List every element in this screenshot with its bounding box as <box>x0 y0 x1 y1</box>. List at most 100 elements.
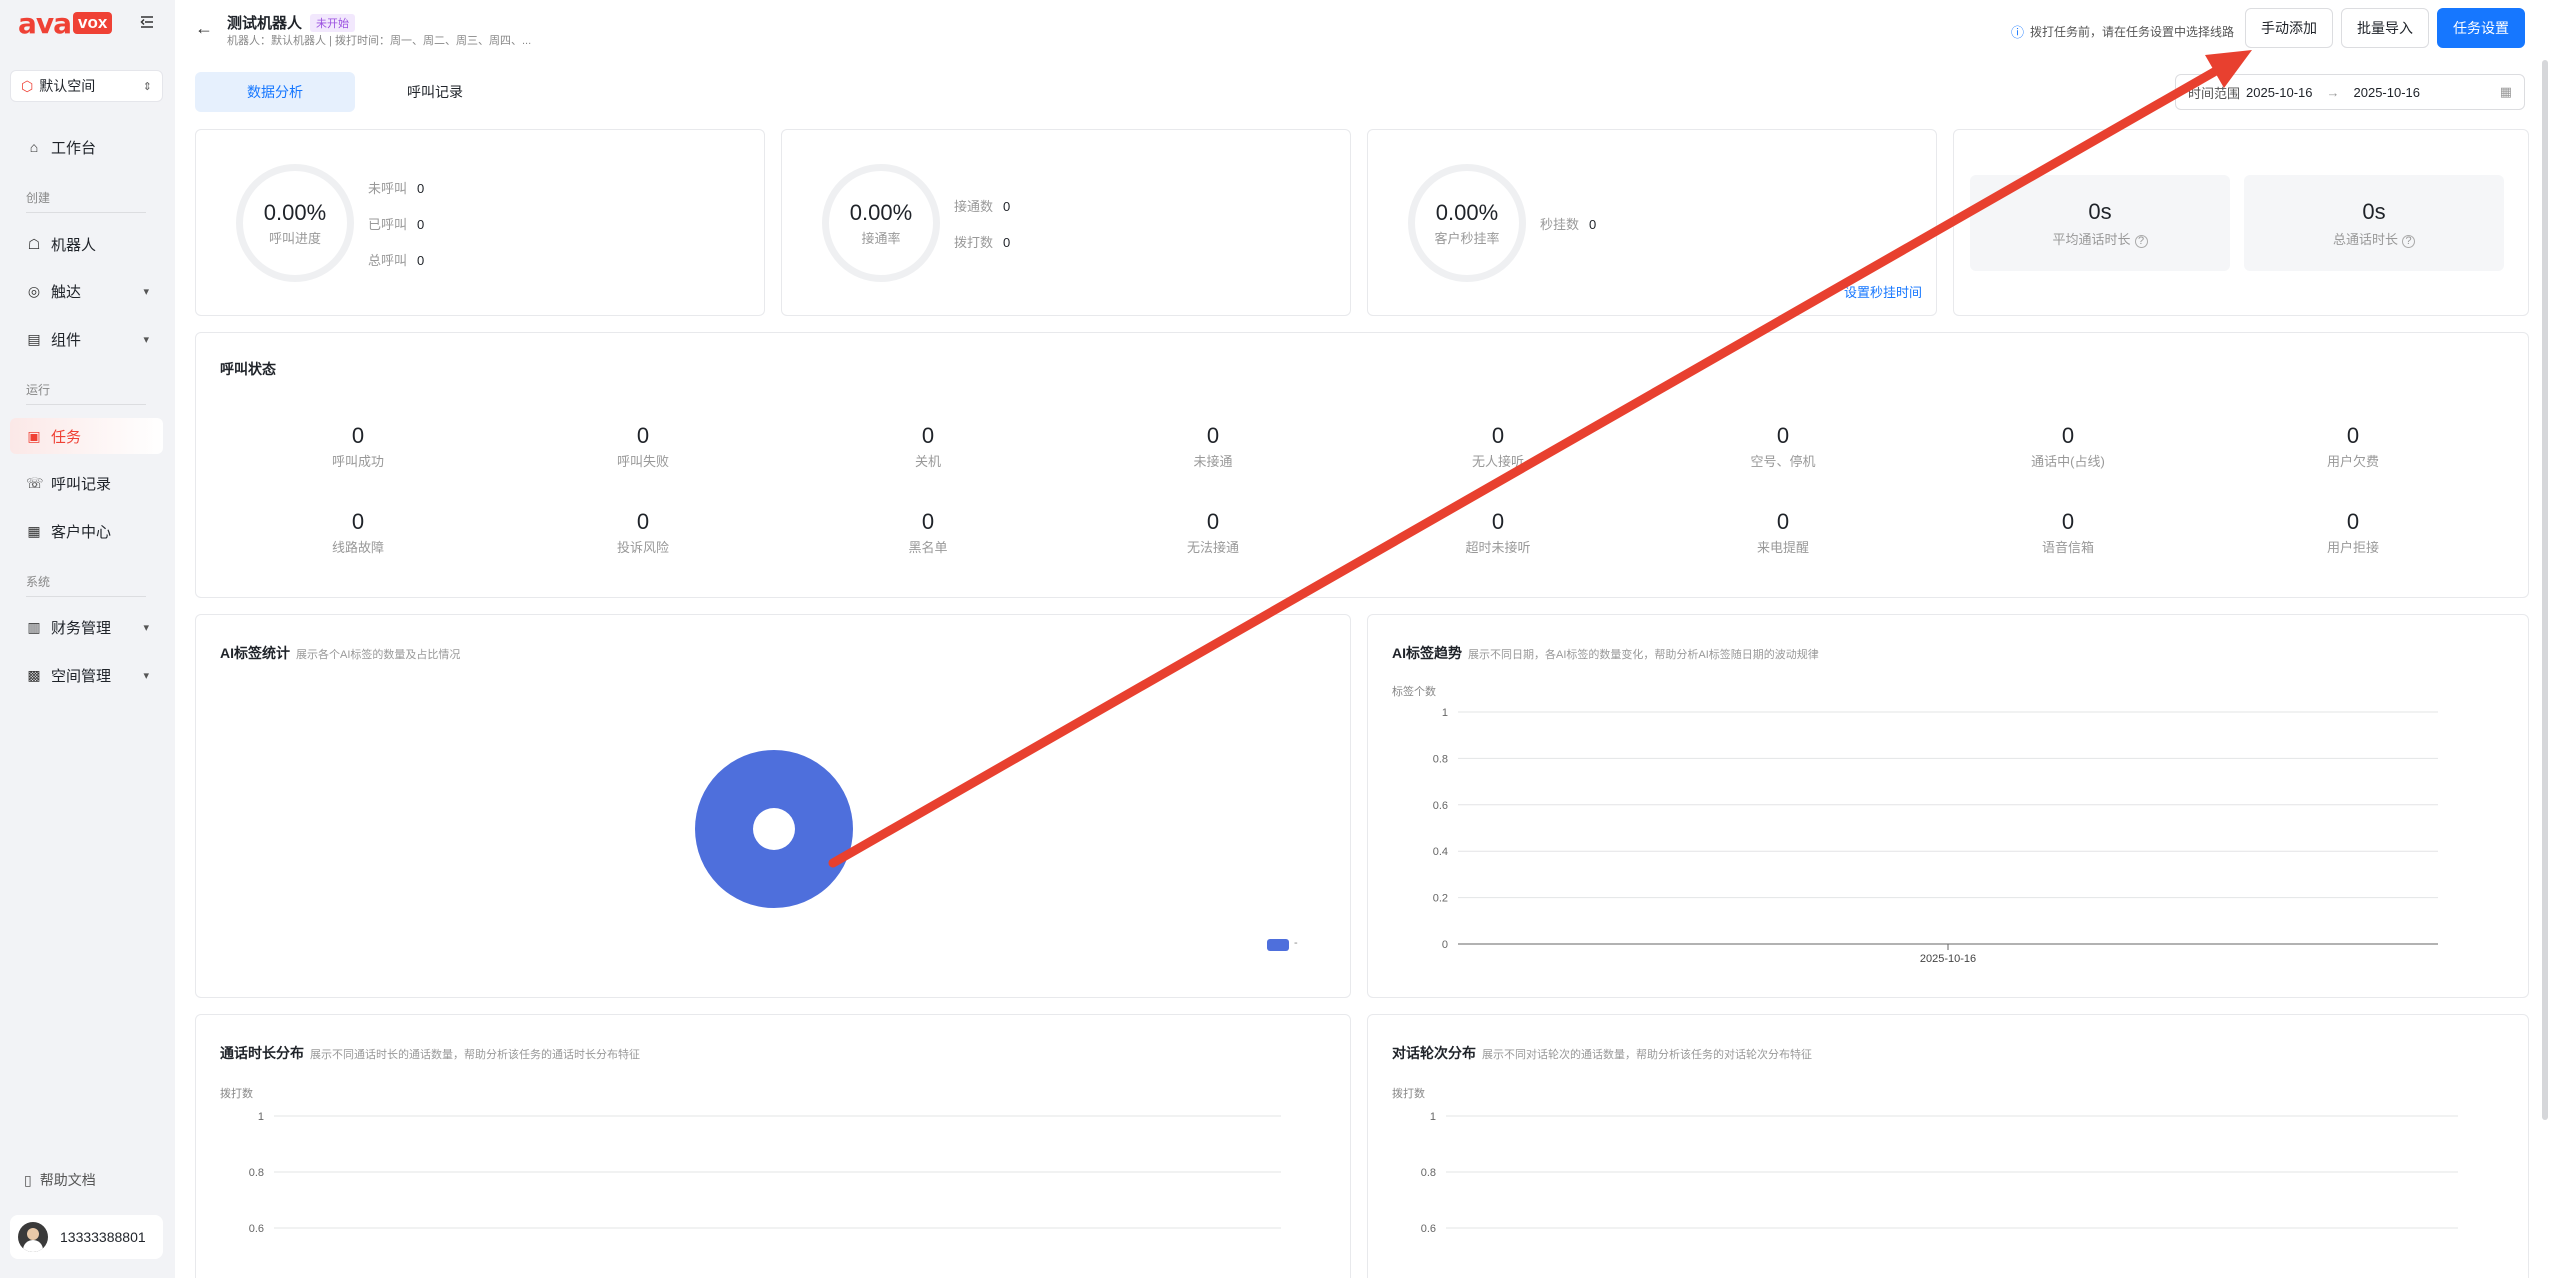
sidebar-item-workbench[interactable]: ⌂ 工作台 <box>10 129 163 165</box>
legend-swatch[interactable] <box>1267 939 1289 951</box>
sidebar-item-customer-center[interactable]: ▦ 客户中心 <box>10 513 163 549</box>
scrollbar[interactable] <box>2542 60 2548 1120</box>
ai-tag-trend-chart: 1 0.8 0.6 0.4 0.2 0 2025-10-16 <box>1433 707 2438 965</box>
duration-card: 0s 平均通话时长? 0s 总通话时长? <box>1953 129 2529 316</box>
stat-label: 空号、停机 <box>1750 454 1816 469</box>
stat-value: 0 <box>636 509 650 534</box>
y-tick-label: 1 <box>258 1111 264 1123</box>
date-end[interactable]: 2025-10-16 <box>2354 85 2421 100</box>
stat-value: 0 <box>1491 509 1505 534</box>
call-status-title: 呼叫状态 <box>220 361 276 377</box>
help-label: 帮助文档 <box>39 1172 96 1188</box>
connect-value: 0.00% <box>849 199 913 225</box>
batch-import-button[interactable]: 批量导入 <box>2341 8 2429 48</box>
cube-icon: ⬡ <box>21 77 34 94</box>
task-title: 测试机器人 未开始 <box>227 12 356 33</box>
avg-duration-value: 0s <box>2088 198 2112 224</box>
nav-divider <box>26 404 146 405</box>
stat-label: 用户欠费 <box>2326 454 2379 469</box>
help-circle-icon[interactable]: ? <box>2402 234 2415 248</box>
stat-label: 线路故障 <box>331 540 384 555</box>
sidebar-item-finance[interactable]: ▥ 财务管理 ▾ <box>10 609 163 645</box>
collapse-sidebar-icon[interactable] <box>138 13 156 31</box>
line-notice: ⓘ 拨打任务前，请在任务设置中选择线路 <box>2011 22 2234 41</box>
sidebar-item-label: 工作台 <box>51 139 97 157</box>
customer-icon: ▦ <box>27 522 41 539</box>
call-status-stat: 0 空号、停机 <box>1693 423 1873 470</box>
ai-tag-stats-card: AI标签统计 展示各个AI标签的数量及占比情况 - <box>195 614 1351 998</box>
updown-chevron-icon: ⇕ <box>142 80 152 93</box>
sidebar-item-label: 机器人 <box>51 236 97 254</box>
finance-icon: ▥ <box>27 618 41 635</box>
set-hangup-time-link[interactable]: 设置秒挂时间 <box>1844 282 1922 301</box>
kv-uncalled: 未呼叫 0 <box>368 181 425 196</box>
sidebar-item-space-management[interactable]: ▩ 空间管理 ▾ <box>10 657 163 693</box>
pie-hole <box>753 808 795 850</box>
sidebar-item-task[interactable]: ▣ 任务 <box>10 418 163 454</box>
robot-icon: ☖ <box>27 235 41 252</box>
nav-divider <box>26 596 146 597</box>
avg-duration: 0s 平均通话时长? <box>1970 175 2230 271</box>
tab-call-records[interactable]: 呼叫记录 <box>355 72 515 112</box>
sidebar-item-call-records[interactable]: ☏ 呼叫记录 <box>10 465 163 501</box>
call-status-stat: 0 未接通 <box>1123 423 1303 470</box>
help-docs-link[interactable]: ▯ 帮助文档 <box>24 1170 96 1190</box>
kv-dialed: 拨打数 0 <box>954 235 1011 250</box>
task-subtitle: 机器人：默认机器人 | 拨打时间：周一、周二、周三、周四、... <box>227 35 532 47</box>
y-tick-label: 0 <box>1442 939 1448 951</box>
call-status-card: 呼叫状态 0 呼叫成功 0 呼叫失败 0 关机 0 未接通 0 无人接听 0 空号、停机 0 通话中(占线… <box>195 332 2529 598</box>
hangup-card: 0.00% 客户秒挂率 秒挂数 0 设置秒挂时间 <box>1367 129 1937 316</box>
stat-label: 呼叫成功 <box>331 454 384 469</box>
space-selector[interactable]: ⬡ 默认空间 ⇕ <box>10 70 163 102</box>
stat-label: 投诉风险 <box>616 540 669 555</box>
legend-label[interactable]: - <box>1294 937 1298 949</box>
task-settings-button[interactable]: 任务设置 <box>2437 8 2525 48</box>
nav-section-run: 运行 <box>26 383 51 397</box>
app-logo[interactable]: ava vox <box>18 7 113 40</box>
sidebar-item-reach[interactable]: ◎ 触达 ▾ <box>10 273 163 309</box>
arrow-right-icon: → <box>2326 84 2340 100</box>
chevron-down-icon: ▾ <box>143 621 149 634</box>
call-status-stat: 0 投诉风险 <box>553 509 733 556</box>
hangup-value: 0.00% <box>1435 199 1499 225</box>
y-tick-label: 1 <box>1442 707 1448 719</box>
notice-text: 拨打任务前，请在任务设置中选择线路 <box>2030 25 2235 39</box>
stat-label: 来电提醒 <box>1756 540 1809 555</box>
call-status-stat: 0 通话中(占线) <box>1978 423 2158 470</box>
sidebar: ava vox ⬡ 默认空间 ⇕ ⌂ 工作台 创建 ☖ 机器人 ◎ 触达 ▾ ▤… <box>0 0 175 1278</box>
stat-label: 呼叫失败 <box>616 454 669 469</box>
help-circle-icon[interactable]: ? <box>2134 234 2148 248</box>
round-dist-card: 对话轮次分布 展示不同对话轮次的通话数量，帮助分析该任务的对话轮次分布特征 拨打数… <box>1367 1014 2529 1278</box>
stat-value: 0 <box>636 423 650 448</box>
duration-dist-card: 通话时长分布 展示不同通话时长的通话数量，帮助分析该任务的通话时长分布特征 拨打数… <box>195 1014 1351 1278</box>
main-content: ← 测试机器人 未开始 机器人：默认机器人 | 拨打时间：周一、周二、周三、周四… <box>175 0 2552 1278</box>
call-status-stat: 0 呼叫失败 <box>553 423 733 470</box>
date-start[interactable]: 2025-10-16 <box>2246 85 2313 100</box>
progress-label: 呼叫进度 <box>268 230 321 246</box>
stat-value: 0 <box>921 509 935 534</box>
date-range-picker[interactable]: 时间范围 2025-10-16 → 2025-10-16 ▦ <box>2175 74 2525 110</box>
space-name: 默认空间 <box>39 78 96 94</box>
stat-value: 0 <box>2061 423 2075 448</box>
stat-label: 用户拒接 <box>2326 540 2379 555</box>
reach-icon: ◎ <box>27 282 41 299</box>
user-profile[interactable]: 13333388801 <box>10 1215 163 1259</box>
nav-section-create: 创建 <box>26 191 51 205</box>
call-status-stat: 0 用户欠费 <box>2263 423 2443 470</box>
call-status-stat: 0 线路故障 <box>268 509 448 556</box>
call-status-stat: 0 超时未接听 <box>1408 509 1588 556</box>
tab-data-analysis[interactable]: 数据分析 <box>195 72 355 112</box>
stat-label: 未接通 <box>1193 454 1233 469</box>
header-bar: ← 测试机器人 未开始 机器人：默认机器人 | 拨打时间：周一、周二、周三、周四… <box>175 0 2552 62</box>
kv-called: 已呼叫 0 <box>368 217 425 232</box>
stat-label: 超时未接听 <box>1465 540 1531 555</box>
sidebar-item-component[interactable]: ▤ 组件 ▾ <box>10 321 163 357</box>
sidebar-item-robot[interactable]: ☖ 机器人 <box>10 226 163 262</box>
user-phone: 13333388801 <box>60 1229 146 1245</box>
kv-total: 总呼叫 0 <box>368 253 425 268</box>
logo-text-ava: ava <box>18 6 72 40</box>
manual-add-button[interactable]: 手动添加 <box>2245 8 2333 48</box>
nav-divider <box>26 212 146 213</box>
y-tick-label: 0.8 <box>1433 753 1448 765</box>
back-arrow-icon[interactable]: ← <box>195 18 213 39</box>
